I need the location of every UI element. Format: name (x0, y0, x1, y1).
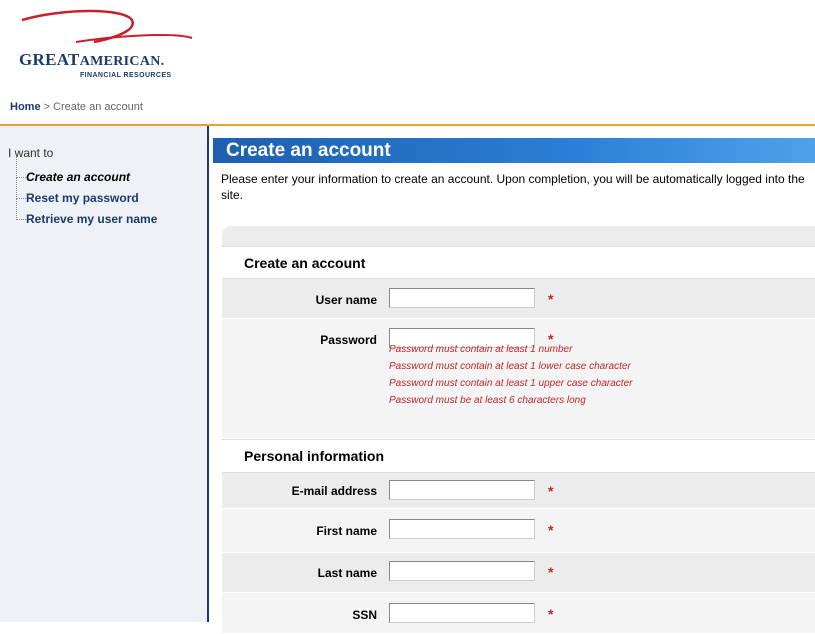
ssn-required-marker: * (548, 606, 554, 622)
section-heading-account: Create an account (222, 246, 815, 279)
breadcrumb-home-link[interactable]: Home (10, 101, 41, 113)
ssn-input[interactable] (389, 603, 535, 623)
password-row: Password * Password must contain at leas… (222, 319, 815, 439)
create-account-form: Create an account User name * Password *… (222, 226, 815, 634)
logo-tagline: FINANCIAL RESOURCES (80, 72, 172, 79)
section-heading-personal: Personal information (222, 439, 815, 473)
intro-text: Please enter your information to create … (221, 172, 805, 202)
company-logo[interactable]: GREATAMERICAN. FINANCIAL RESOURCES (14, 6, 194, 82)
sidebar-item-reset-password[interactable]: Reset my password (15, 177, 157, 210)
username-row: User name * (222, 279, 815, 319)
email-input[interactable] (389, 480, 535, 500)
first-name-row: First name * (222, 509, 815, 553)
password-rule-message: Password must contain at least 1 number (389, 344, 573, 355)
form-top-cap (222, 226, 815, 246)
sidebar-heading: I want to (8, 146, 54, 160)
first-name-input[interactable] (389, 519, 535, 539)
first-name-required-marker: * (548, 522, 554, 538)
password-validation-messages: Password must contain at least 1 number … (389, 343, 632, 411)
main-content: Create an account Please enter your info… (213, 138, 815, 634)
breadcrumb-current: Create an account (53, 101, 143, 113)
sidebar: I want to Create an account Reset my pas… (0, 126, 209, 622)
password-rule-message: Password must contain at least 1 lower c… (389, 361, 631, 372)
last-name-row: Last name * (222, 553, 815, 593)
password-rule-message: Password must contain at least 1 upper c… (389, 378, 633, 389)
sidebar-item-retrieve-username[interactable]: Retrieve my user name (15, 198, 157, 231)
username-label: User name (315, 293, 377, 307)
last-name-label: Last name (317, 566, 377, 580)
username-required-marker: * (548, 291, 554, 307)
first-name-label: First name (316, 524, 377, 538)
password-rule-message: Password must be at least 6 characters l… (389, 395, 586, 406)
email-required-marker: * (548, 483, 554, 499)
password-label: Password (320, 333, 377, 347)
sidebar-item-create-account[interactable]: Create an account (15, 156, 157, 189)
sidebar-menu: Create an account Reset my password Retr… (15, 156, 157, 231)
last-name-required-marker: * (548, 564, 554, 580)
breadcrumb: Home > Create an account (10, 101, 143, 113)
logo-wordmark: GREATAMERICAN. (19, 50, 165, 69)
breadcrumb-separator: > (43, 101, 50, 113)
email-row: E-mail address * (222, 473, 815, 509)
email-label: E-mail address (291, 484, 377, 498)
ssn-label: SSN (352, 608, 377, 622)
page-title: Create an account (213, 138, 815, 163)
username-input[interactable] (389, 288, 535, 308)
logo-swoosh-icon (21, 9, 193, 44)
ssn-row: SSN * (222, 593, 815, 634)
last-name-input[interactable] (389, 561, 535, 581)
